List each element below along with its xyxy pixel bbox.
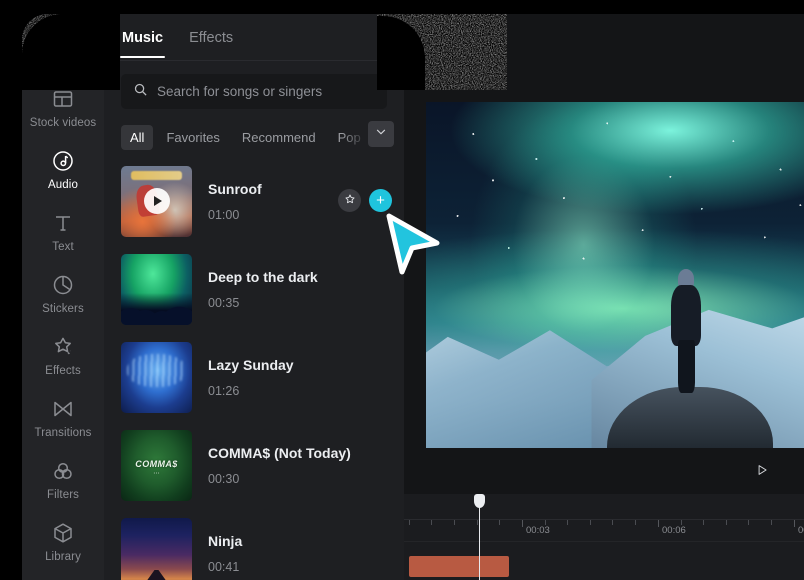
- list-item[interactable]: Sunroof 01:00 +: [104, 157, 404, 245]
- song-meta: COMMA$ (Not Today) 00:30: [208, 445, 387, 486]
- effects-icon: [51, 335, 75, 359]
- song-duration: 01:26: [208, 383, 240, 398]
- preview-stage: [404, 14, 804, 458]
- playhead[interactable]: [474, 494, 485, 580]
- stock-videos-icon: [51, 87, 75, 111]
- list-item[interactable]: COMMA$ • • • COMMA$ (Not Today) 00:30: [104, 421, 404, 509]
- library-icon: [51, 521, 75, 545]
- sidebar-item-label: Text: [52, 241, 74, 253]
- sidebar-item-label: Media: [47, 55, 79, 67]
- album-art-detail: [126, 354, 187, 387]
- filter-chip-recommend[interactable]: Recommend: [233, 125, 325, 150]
- video-preview[interactable]: [426, 102, 804, 458]
- filter-chips: All Favorites Recommend Pop R: [104, 109, 404, 153]
- chips-fade: [342, 121, 368, 147]
- sidebar-item-stock-videos[interactable]: Stock videos: [22, 76, 104, 138]
- search-input[interactable]: [157, 84, 375, 99]
- timeline-ruler[interactable]: 00:03 00:06 00:09: [404, 520, 804, 542]
- sidebar-item-label: Transitions: [34, 427, 92, 439]
- list-item[interactable]: Ninja 00:41: [104, 509, 404, 580]
- video-frame: [426, 102, 804, 458]
- panel-divider: [104, 60, 404, 61]
- audio-icon: [51, 149, 75, 173]
- sidebar-item-media[interactable]: Media: [22, 14, 104, 76]
- favorite-button[interactable]: [338, 189, 361, 212]
- filter-chip-all[interactable]: All: [121, 124, 154, 150]
- song-thumbnail[interactable]: [121, 517, 192, 580]
- song-meta: Ninja 00:41: [208, 533, 387, 574]
- song-thumbnail[interactable]: COMMA$ • • •: [121, 429, 192, 501]
- tab-music[interactable]: Music: [119, 17, 166, 58]
- timeline-row[interactable]: [409, 556, 509, 577]
- text-icon: [51, 211, 75, 235]
- sidebar-item-effects[interactable]: Effects: [22, 324, 104, 386]
- add-to-timeline-button[interactable]: +: [369, 189, 392, 212]
- album-art-detail: [130, 171, 183, 181]
- panel-tabs: Music Effects «: [104, 14, 404, 60]
- album-art-detail: [121, 293, 192, 325]
- song-duration: 00:35: [208, 295, 240, 310]
- song-list: Sunroof 01:00 + Deep to the dark 00:35 L…: [104, 153, 404, 580]
- preview-controls-bar: [404, 448, 804, 494]
- list-item[interactable]: Deep to the dark 00:35: [104, 245, 404, 333]
- song-thumbnail[interactable]: [121, 253, 192, 325]
- filter-more-button[interactable]: [368, 121, 394, 147]
- song-title: Deep to the dark: [208, 268, 318, 285]
- editor-window: Media Stock videos Audio Text Stickers E…: [22, 14, 804, 580]
- play-icon[interactable]: [143, 188, 170, 214]
- left-sidebar: Media Stock videos Audio Text Stickers E…: [22, 14, 104, 580]
- transitions-icon: [51, 397, 75, 421]
- sidebar-item-label: Stock videos: [29, 117, 97, 129]
- sidebar-item-stickers[interactable]: Stickers: [22, 262, 104, 324]
- chevron-down-icon: [375, 125, 387, 143]
- filter-chip-favorites[interactable]: Favorites: [157, 125, 228, 150]
- song-meta: Lazy Sunday 01:26: [208, 357, 387, 398]
- search-box[interactable]: [121, 74, 387, 109]
- list-item[interactable]: Lazy Sunday 01:26: [104, 333, 404, 421]
- sidebar-item-label: Library: [45, 551, 81, 563]
- song-actions: +: [338, 189, 392, 212]
- sidebar-item-filters[interactable]: Filters: [22, 448, 104, 510]
- timeline-toolbar: [404, 494, 804, 520]
- tab-effects[interactable]: Effects: [189, 17, 233, 58]
- song-title: Ninja: [208, 532, 243, 549]
- song-thumbnail[interactable]: [121, 341, 192, 413]
- star-icon: [344, 192, 356, 210]
- collapse-panel-icon[interactable]: «: [380, 27, 390, 45]
- stickers-icon: [51, 273, 75, 297]
- ruler-label: 00:06: [662, 525, 686, 536]
- album-art-detail: [146, 570, 167, 580]
- sidebar-item-label: Audio: [48, 179, 78, 191]
- sidebar-item-text[interactable]: Text: [22, 200, 104, 262]
- timeline-tracks: Woman, Camera, Retro, Looking At Camera_…: [404, 542, 804, 580]
- sidebar-item-label: Effects: [45, 365, 81, 377]
- album-art-detail: COMMA$ • • •: [135, 459, 178, 476]
- filters-icon: [51, 459, 75, 483]
- song-duration: 00:41: [208, 559, 240, 574]
- person-legs: [677, 339, 695, 393]
- music-library-panel: Music Effects « All Favorites R: [104, 14, 404, 580]
- person-body: [671, 285, 701, 346]
- search-area: [104, 60, 404, 109]
- media-icon: [51, 25, 75, 49]
- app-root: Media Stock videos Audio Text Stickers E…: [0, 0, 804, 580]
- song-title: Lazy Sunday: [208, 356, 294, 373]
- timeline: 00:03 00:06 00:09: [404, 494, 804, 580]
- sidebar-item-audio[interactable]: Audio: [22, 138, 104, 200]
- song-title: COMMA$ (Not Today): [208, 444, 351, 461]
- sidebar-item-label: Filters: [46, 489, 79, 501]
- ruler-label: 00:03: [526, 525, 550, 536]
- ruler-label: 00:09: [798, 525, 804, 536]
- person-silhouette: [668, 269, 703, 393]
- song-duration: 00:30: [208, 471, 240, 486]
- play-icon[interactable]: [755, 462, 769, 483]
- search-icon: [133, 82, 148, 102]
- song-thumbnail[interactable]: [121, 165, 192, 237]
- sidebar-item-transitions[interactable]: Transitions: [22, 386, 104, 448]
- sidebar-item-library[interactable]: Library: [22, 510, 104, 572]
- sidebar-item-label: Stickers: [42, 303, 84, 315]
- song-meta: Deep to the dark 00:35: [208, 269, 387, 310]
